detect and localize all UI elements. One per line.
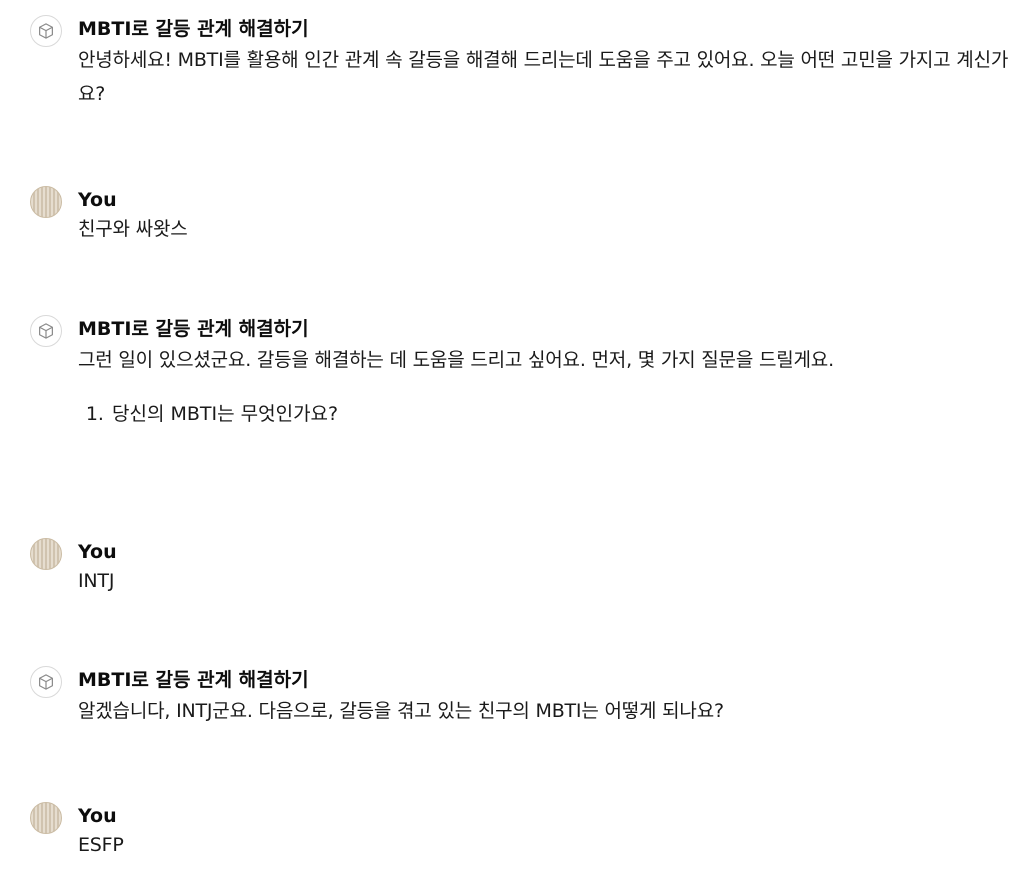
- question-list: 당신의 MBTI는 무엇인가요?: [78, 397, 1015, 431]
- user-message: You 친구와 싸왓스: [30, 186, 1015, 244]
- message-author: MBTI로 갈등 관계 해결하기: [78, 18, 309, 40]
- message-text: 알겠습니다, INTJ군요. 다음으로, 갈등을 겪고 있는 친구의 MBTI는…: [78, 700, 724, 722]
- bot-message: MBTI로 갈등 관계 해결하기 알겠습니다, INTJ군요. 다음으로, 갈등…: [30, 666, 1015, 728]
- message-text: 안녕하세요! MBTI를 활용해 인간 관계 속 갈등을 해결해 드리는데 도움…: [78, 49, 1009, 105]
- user-avatar: [30, 538, 62, 570]
- user-avatar: [30, 802, 62, 834]
- message-text: ESFP: [78, 834, 124, 856]
- user-avatar: [30, 186, 62, 218]
- user-message: You ESFP: [30, 802, 1015, 860]
- cube-icon: [39, 323, 53, 339]
- message-author: MBTI로 갈등 관계 해결하기: [78, 669, 309, 691]
- cube-icon: [39, 23, 53, 39]
- message-author: You: [78, 541, 117, 563]
- cube-icon: [39, 674, 53, 690]
- bot-message: MBTI로 갈등 관계 해결하기 그런 일이 있으셨군요. 갈등을 해결하는 데…: [30, 315, 1015, 431]
- message-text: 그런 일이 있으셨군요. 갈등을 해결하는 데 도움을 드리고 싶어요. 먼저,…: [78, 349, 834, 371]
- message-author: You: [78, 805, 117, 827]
- bot-avatar: [30, 15, 62, 47]
- message-author: MBTI로 갈등 관계 해결하기: [78, 318, 309, 340]
- user-message: You INTJ: [30, 538, 1015, 596]
- message-text: INTJ: [78, 570, 115, 592]
- bot-message: MBTI로 갈등 관계 해결하기 안녕하세요! MBTI를 활용해 인간 관계 …: [30, 15, 1015, 111]
- bot-avatar: [30, 315, 62, 347]
- question-item: 당신의 MBTI는 무엇인가요?: [110, 397, 1015, 431]
- message-text: 친구와 싸왓스: [78, 218, 188, 240]
- bot-avatar: [30, 666, 62, 698]
- message-author: You: [78, 189, 117, 211]
